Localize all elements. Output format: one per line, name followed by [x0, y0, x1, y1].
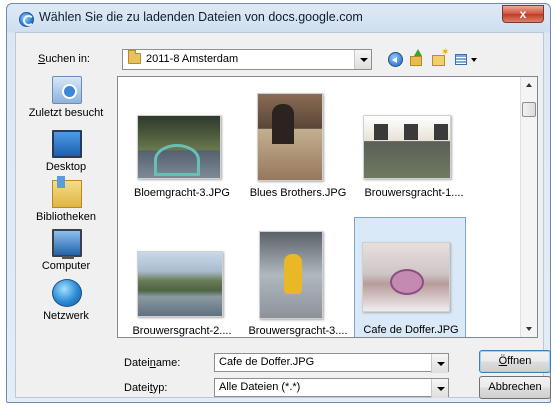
file-name-value: Cafe de Doffer.JPG: [219, 356, 315, 368]
chevron-down-icon[interactable]: [431, 379, 448, 398]
dialog-body: Suchen in: 2011-8 Amsterdam Zuletzt besu…: [15, 32, 551, 399]
views-menu-icon[interactable]: [453, 50, 479, 69]
window-title: Wählen Sie die zu ladenden Dateien von d…: [39, 10, 363, 24]
place-label: Zuletzt besucht: [28, 107, 104, 119]
file-thumbnail: [137, 115, 221, 179]
file-item[interactable]: Brouwersgracht-1....: [358, 93, 470, 203]
file-type-label-pre: Datei: [124, 382, 150, 394]
scroll-down-icon[interactable]: [521, 320, 537, 337]
file-name: Blues Brothers.JPG: [249, 187, 347, 199]
up-folder-icon[interactable]: [408, 49, 427, 69]
file-item[interactable]: Brouwersgracht-3....: [242, 231, 354, 337]
file-thumbnail: [137, 251, 223, 317]
file-name: Cafe de Doffer.JPG: [363, 324, 459, 336]
look-in-dropdown[interactable]: 2011-8 Amsterdam: [122, 49, 372, 70]
open-accel: Ö: [498, 355, 508, 367]
file-name: Bloemgracht-3.JPG: [134, 187, 230, 199]
file-type-combo[interactable]: Alle Dateien (*.*): [214, 378, 449, 398]
file-item-selected[interactable]: Cafe de Doffer.JPG: [354, 217, 466, 337]
file-name: Brouwersgracht-1....: [364, 187, 464, 199]
title-bar[interactable]: Wählen Sie die zu ladenden Dateien von d…: [7, 4, 550, 31]
new-folder-icon[interactable]: [430, 47, 449, 69]
network-icon: [52, 279, 82, 307]
place-computer[interactable]: Computer: [21, 229, 111, 281]
file-type-value: Alle Dateien (*.*): [219, 381, 301, 393]
place-recent[interactable]: Zuletzt besucht: [21, 76, 111, 128]
look-in-label-text: uchen in:: [45, 53, 90, 65]
libraries-icon: [52, 176, 82, 208]
file-name-label-post: ame:: [155, 357, 181, 369]
file-type-label: Dateityp:: [124, 382, 167, 394]
place-label: Desktop: [45, 161, 87, 173]
browser-app-icon: [19, 12, 34, 27]
vertical-scrollbar[interactable]: [520, 77, 537, 337]
file-open-dialog: Wählen Sie die zu ladenden Dateien von d…: [6, 3, 551, 403]
place-libraries[interactable]: Bibliotheken: [21, 176, 111, 232]
recent-places-icon: [52, 76, 82, 104]
file-item[interactable]: Blues Brothers.JPG: [242, 93, 354, 203]
open-button[interactable]: Öffnen: [479, 350, 551, 373]
file-thumbnail: [259, 231, 323, 319]
place-label: Netzwerk: [43, 310, 89, 322]
file-name-combo[interactable]: Cafe de Doffer.JPG: [214, 353, 449, 373]
computer-icon: [52, 229, 82, 259]
chevron-down-icon[interactable]: [354, 50, 371, 69]
open-label: ffnen: [507, 355, 532, 367]
back-icon[interactable]: [386, 50, 405, 69]
file-name: Brouwersgracht-3....: [248, 325, 348, 337]
file-type-label-post: yp:: [152, 382, 168, 394]
desktop-icon: [52, 130, 82, 158]
file-item[interactable]: Bloemgracht-3.JPG: [126, 93, 238, 203]
file-thumbnail: [257, 93, 323, 181]
file-thumbnail: [362, 242, 450, 312]
look-in-value: 2011-8 Amsterdam: [146, 53, 239, 65]
place-network[interactable]: Netzwerk: [21, 279, 111, 331]
places-bar: Zuletzt besucht Desktop Bibliotheken Com…: [21, 76, 111, 338]
file-name-label: Dateiname:: [124, 357, 180, 369]
place-label: Bibliotheken: [36, 211, 96, 223]
file-item[interactable]: Brouwersgracht-2....: [126, 231, 238, 337]
chevron-down-icon[interactable]: [431, 354, 448, 373]
file-name-label-pre: Datei: [124, 357, 150, 369]
cancel-button[interactable]: Abbrechen: [479, 376, 551, 399]
folder-icon: [128, 50, 141, 64]
close-button[interactable]: x: [502, 5, 544, 23]
file-list[interactable]: Bloemgracht-3.JPG Blues Brothers.JPG Bro…: [117, 76, 538, 338]
place-desktop[interactable]: Desktop: [21, 130, 111, 182]
scroll-up-icon[interactable]: [521, 77, 537, 94]
file-thumbnail: [363, 115, 451, 179]
file-name: Brouwersgracht-2....: [132, 325, 232, 337]
scrollbar-thumb[interactable]: [522, 102, 536, 117]
look-in-label: Suchen in:: [38, 53, 90, 65]
place-label: Computer: [41, 260, 91, 272]
